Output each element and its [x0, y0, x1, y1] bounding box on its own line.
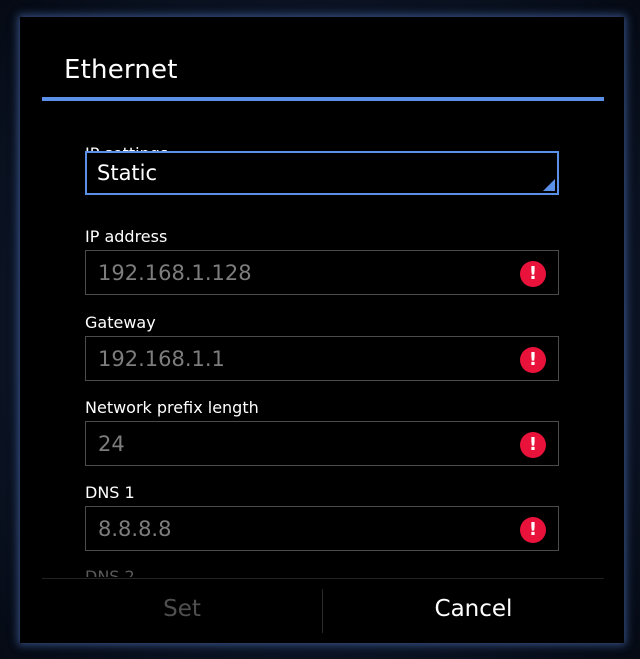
error-icon[interactable]: !	[520, 432, 546, 458]
dialog-title: Ethernet	[64, 55, 178, 85]
error-icon[interactable]: !	[520, 517, 546, 543]
ip-address-label: IP address	[85, 227, 168, 246]
dns1-field[interactable]: 8.8.8.8 !	[85, 506, 559, 551]
dns1-label: DNS 1	[85, 483, 135, 502]
ethernet-dialog: Ethernet IP settings Static IP address 1…	[20, 17, 624, 643]
set-button[interactable]: Set	[42, 579, 322, 639]
gateway-value: 192.168.1.1	[98, 347, 225, 371]
dropdown-corner-icon	[543, 179, 555, 191]
ip-address-value: 192.168.1.128	[98, 261, 252, 285]
cancel-button[interactable]: Cancel	[323, 579, 624, 639]
error-icon[interactable]: !	[520, 347, 546, 373]
ip-address-field[interactable]: 192.168.1.128 !	[85, 250, 559, 295]
prefix-length-field[interactable]: 24 !	[85, 421, 559, 466]
error-icon[interactable]: !	[520, 261, 546, 287]
gateway-field[interactable]: 192.168.1.1 !	[85, 336, 559, 381]
ip-settings-select[interactable]: Static	[85, 151, 559, 195]
prefix-length-label: Network prefix length	[85, 398, 259, 417]
dns1-value: 8.8.8.8	[98, 517, 172, 541]
ip-settings-value: Static	[97, 161, 158, 185]
dns2-label: DNS 2	[85, 567, 135, 577]
prefix-length-value: 24	[98, 432, 125, 456]
gateway-label: Gateway	[85, 313, 156, 332]
dialog-content[interactable]: IP settings Static IP address 192.168.1.…	[20, 101, 624, 577]
